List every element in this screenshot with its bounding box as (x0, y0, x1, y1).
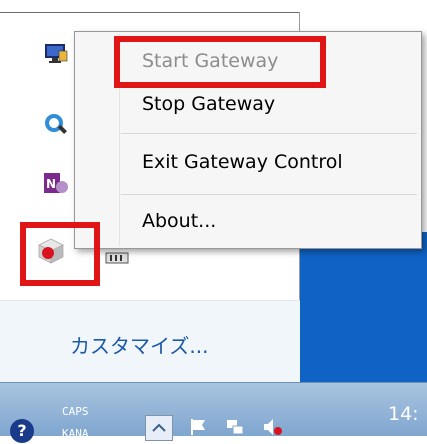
kana-indicator: KANA (62, 427, 89, 440)
menu-item-about[interactable]: About... (142, 210, 216, 232)
search-refresh-icon[interactable] (43, 112, 69, 138)
menu-separator (121, 194, 417, 195)
tray-bar-icon[interactable] (100, 250, 134, 264)
show-hidden-icons-button[interactable] (145, 415, 173, 441)
desktop-background (300, 232, 427, 387)
caps-indicator: CAPS (62, 405, 89, 418)
menu-separator (121, 133, 417, 134)
taskbar: ? CAPS KANA 14: (0, 382, 427, 443)
volume-muted-icon[interactable] (262, 417, 284, 442)
monitor-icon[interactable] (43, 41, 69, 67)
panel-top-border (0, 12, 300, 13)
gateway-icon-highlight (20, 222, 100, 286)
menu-item-exit-gateway-control[interactable]: Exit Gateway Control (142, 151, 343, 173)
flag-icon[interactable] (188, 417, 208, 442)
clock[interactable]: 14: (388, 403, 419, 425)
customize-link[interactable]: カスタマイズ... (70, 330, 208, 359)
menu-item-stop-gateway[interactable]: Stop Gateway (142, 93, 275, 115)
start-gateway-highlight (114, 36, 326, 88)
onenote-icon[interactable]: N (43, 171, 69, 197)
svg-text:N: N (46, 177, 56, 191)
help-icon[interactable]: ? (10, 419, 34, 443)
network-icon[interactable] (225, 417, 245, 442)
